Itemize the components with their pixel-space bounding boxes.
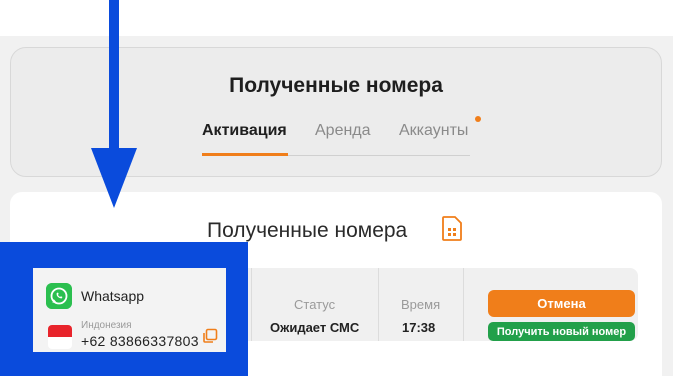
column-divider [251, 268, 252, 341]
sim-card-icon[interactable] [442, 216, 462, 241]
column-divider [378, 268, 379, 341]
country-name: Индонезия [81, 320, 132, 331]
tab-rent[interactable]: Аренда [315, 122, 371, 140]
annotation-arrow-shaft [109, 0, 119, 150]
status-label: Статус [294, 297, 336, 312]
tab-activation[interactable]: Активация [202, 122, 287, 140]
down-arrow-annotation [91, 148, 137, 208]
tab-accounts[interactable]: Аккаунты [399, 122, 468, 140]
phone-number[interactable]: +62 83866337803 [81, 333, 199, 349]
notification-dot [475, 116, 481, 122]
time-value: 17:38 [402, 320, 436, 335]
get-new-number-button[interactable]: Получить новый номер [488, 322, 635, 341]
status-value: Ожидает СМС [270, 320, 360, 335]
cancel-button[interactable]: Отмена [488, 290, 635, 317]
column-divider [463, 268, 464, 341]
indonesia-flag-icon [48, 325, 72, 349]
time-label: Время [401, 297, 441, 312]
active-tab-indicator [202, 153, 288, 156]
copy-icon[interactable] [202, 328, 218, 344]
section-title: Полученные номера [207, 219, 408, 242]
whatsapp-icon [46, 283, 72, 309]
service-name: Whatsapp [81, 288, 145, 304]
